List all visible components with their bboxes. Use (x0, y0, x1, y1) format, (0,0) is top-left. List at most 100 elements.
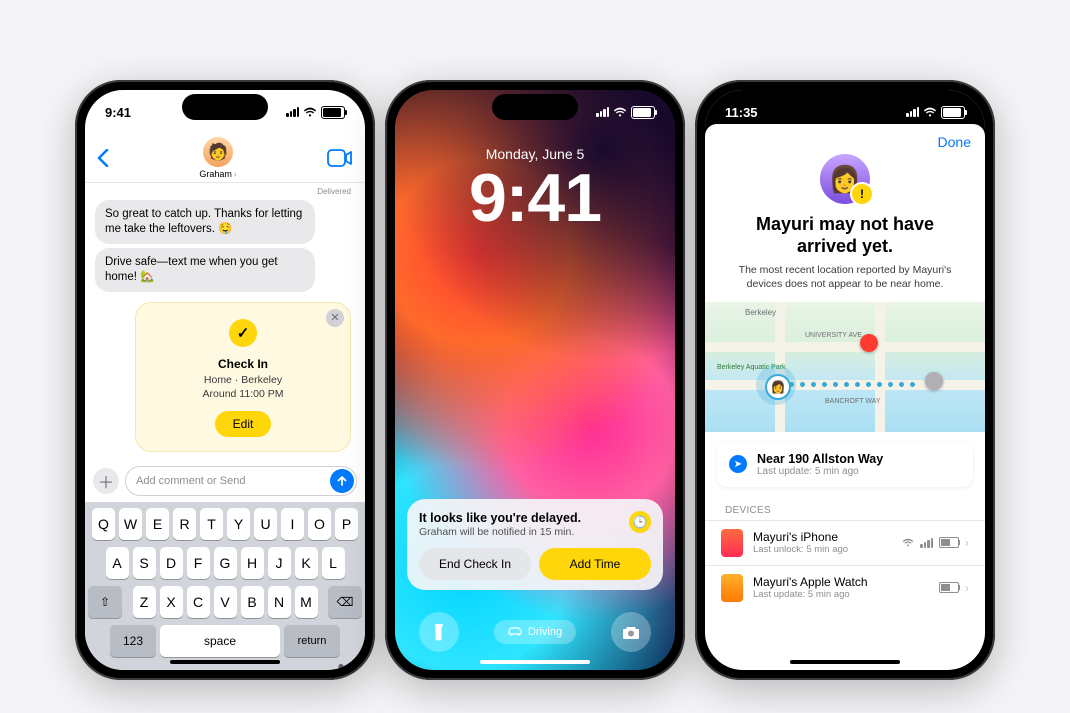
home-indicator[interactable] (790, 660, 900, 664)
back-button[interactable] (97, 149, 109, 167)
key-t[interactable]: T (200, 508, 223, 540)
compose-bar: ＋ Add comment or Send (85, 462, 365, 502)
clock-icon: 🕒 (629, 511, 651, 533)
detail-subtitle: The most recent location reported by May… (725, 263, 965, 291)
notification-subtitle: Graham will be notified in 15 min. (419, 526, 581, 538)
key-x[interactable]: X (160, 586, 183, 618)
return-key[interactable]: return (284, 625, 340, 657)
cellular-icon (906, 107, 919, 117)
devices-header: DEVICES (705, 497, 985, 520)
key-u[interactable]: U (254, 508, 277, 540)
chevron-right-icon: › (965, 536, 969, 550)
done-button[interactable]: Done (938, 134, 971, 150)
dynamic-island (182, 94, 268, 120)
chevron-right-icon: › (965, 581, 969, 595)
focus-pill[interactable]: Driving (494, 620, 576, 644)
key-k[interactable]: K (295, 547, 318, 579)
location-card[interactable]: ➤ Near 190 Allston Way Last update: 5 mi… (717, 442, 973, 487)
contact-avatar: 🧑 (203, 137, 233, 167)
keyboard[interactable]: QWERTYUIOP ASDFGHJKL ⇧ ZXCVBNM ⌫ 123 spa… (85, 502, 365, 670)
focus-label: Driving (528, 626, 562, 638)
dictation-key[interactable] (334, 663, 348, 670)
check-in-card: ✕ ✓ Check In Home · Berkeley Around 11:0… (135, 302, 351, 452)
check-in-badge-icon: ✓ (229, 319, 257, 347)
key-v[interactable]: V (214, 586, 237, 618)
close-button[interactable]: ✕ (326, 309, 344, 327)
key-d[interactable]: D (160, 547, 183, 579)
key-h[interactable]: H (241, 547, 264, 579)
compose-input[interactable]: Add comment or Send (125, 466, 357, 496)
key-p[interactable]: P (335, 508, 358, 540)
key-i[interactable]: I (281, 508, 304, 540)
phone-messages: 9:41 🧑 Graham› Delivered So great to cat… (75, 80, 375, 680)
key-n[interactable]: N (268, 586, 291, 618)
end-check-in-button[interactable]: End Check In (419, 548, 531, 580)
home-indicator[interactable] (480, 660, 590, 664)
add-time-button[interactable]: Add Time (539, 548, 651, 580)
lockscreen-time: 9:41 (395, 164, 675, 232)
numbers-key[interactable]: 123 (110, 625, 156, 657)
street-label: BANCROFT WAY (825, 398, 880, 405)
facetime-button[interactable] (327, 149, 353, 167)
emoji-key[interactable]: ☺ (102, 663, 120, 670)
key-z[interactable]: Z (133, 586, 156, 618)
phone-check-in-detail: 11:35 Done 👩 ! Mayuri may not have arriv… (695, 80, 995, 680)
delete-key[interactable]: ⌫ (328, 586, 362, 618)
key-e[interactable]: E (146, 508, 169, 540)
device-name: Mayuri's Apple Watch (753, 575, 929, 589)
check-in-title: Check In (148, 357, 338, 371)
cellular-icon (920, 538, 933, 548)
device-row[interactable]: Mayuri's Apple WatchLast update: 5 min a… (705, 565, 985, 610)
message-bubble: So great to catch up. Thanks for letting… (95, 200, 315, 244)
apps-plus-button[interactable]: ＋ (93, 468, 119, 494)
notification-title: It looks like you're delayed. (419, 511, 581, 525)
wifi-icon (613, 107, 627, 117)
key-l[interactable]: L (322, 547, 345, 579)
device-status: Last update: 5 min ago (753, 589, 929, 600)
detail-title: Mayuri may not have arrived yet. (725, 214, 965, 257)
map-person-pin: 👩 (765, 374, 791, 400)
send-button[interactable] (330, 469, 354, 493)
key-j[interactable]: J (268, 547, 291, 579)
location-label: Near 190 Allston Way (757, 452, 883, 466)
dynamic-island (802, 94, 888, 120)
map-view[interactable]: Berkeley Berkeley Aquatic Park UNIVERSIT… (705, 302, 985, 432)
contact-header[interactable]: 🧑 Graham› (199, 137, 236, 179)
wifi-icon (902, 538, 914, 547)
key-w[interactable]: W (119, 508, 142, 540)
flashlight-button[interactable] (419, 612, 459, 652)
edit-button[interactable]: Edit (215, 411, 272, 437)
status-time: 11:35 (725, 105, 758, 120)
key-o[interactable]: O (308, 508, 331, 540)
camera-button[interactable] (611, 612, 651, 652)
compose-placeholder: Add comment or Send (136, 475, 245, 487)
delay-notification[interactable]: It looks like you're delayed. Graham wil… (407, 499, 663, 590)
device-row[interactable]: Mayuri's iPhoneLast unlock: 5 min ago› (705, 520, 985, 565)
key-c[interactable]: C (187, 586, 210, 618)
key-r[interactable]: R (173, 508, 196, 540)
wifi-icon (303, 107, 317, 117)
alert-badge-icon: ! (850, 182, 874, 206)
detail-sheet: Done 👩 ! Mayuri may not have arrived yet… (705, 124, 985, 670)
key-b[interactable]: B (241, 586, 264, 618)
shift-key[interactable]: ⇧ (88, 586, 122, 618)
message-thread[interactable]: Delivered So great to catch up. Thanks f… (85, 183, 365, 462)
device-status: Last unlock: 5 min ago (753, 544, 892, 555)
phone-lockscreen: Monday, June 5 9:41 It looks like you're… (385, 80, 685, 680)
chevron-right-icon: › (234, 170, 237, 179)
key-s[interactable]: S (133, 547, 156, 579)
battery-icon (939, 582, 959, 593)
battery-icon (939, 537, 959, 548)
street-label: UNIVERSITY AVE (805, 332, 862, 339)
key-q[interactable]: Q (92, 508, 115, 540)
space-key[interactable]: space (160, 625, 280, 657)
device-icon (721, 574, 743, 602)
map-city-label: Berkeley (745, 308, 776, 317)
key-y[interactable]: Y (227, 508, 250, 540)
home-indicator[interactable] (170, 660, 280, 664)
key-f[interactable]: F (187, 547, 210, 579)
key-a[interactable]: A (106, 547, 129, 579)
key-m[interactable]: M (295, 586, 318, 618)
location-arrow-icon: ➤ (729, 455, 747, 473)
key-g[interactable]: G (214, 547, 237, 579)
